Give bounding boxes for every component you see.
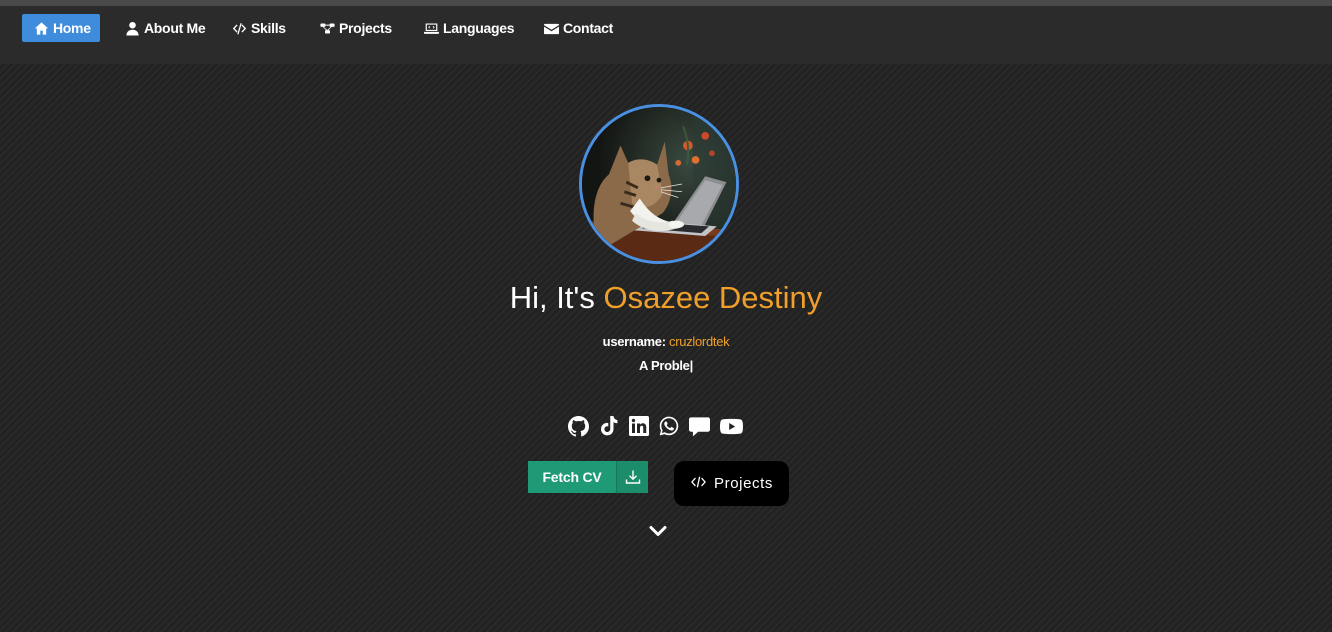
- fetch-cv-button[interactable]: Fetch CV: [528, 461, 648, 493]
- nav-skills[interactable]: Skills: [232, 14, 286, 42]
- home-icon: [34, 21, 49, 36]
- nav-languages[interactable]: Languages: [424, 14, 515, 42]
- username-label: username:: [602, 334, 666, 349]
- comment-icon[interactable]: [689, 416, 710, 437]
- linkedin-icon[interactable]: [629, 416, 649, 436]
- social-links: [568, 415, 753, 437]
- envelope-icon: [544, 21, 559, 36]
- nav-skills-label: Skills: [251, 20, 286, 36]
- nav-home[interactable]: Home: [22, 14, 100, 42]
- nav-contact-label: Contact: [563, 20, 614, 36]
- code-icon: [690, 475, 707, 493]
- typing-text: A Proble|: [639, 358, 693, 373]
- sitemap-icon: [320, 21, 335, 36]
- nav-languages-label: Languages: [443, 20, 515, 36]
- scroll-down-chevron-icon[interactable]: [648, 523, 668, 539]
- laptop-code-icon: [424, 21, 439, 36]
- hero-greeting: Hi, It's Osazee Destiny: [0, 280, 1332, 316]
- projects-button-label: Projects: [714, 475, 773, 492]
- navbar: Home About Me Skills Projects Languages …: [0, 6, 1332, 64]
- username-value: cruzlordtek: [669, 334, 730, 349]
- user-icon: [125, 21, 140, 36]
- tiktok-icon[interactable]: [599, 416, 619, 436]
- nav-projects[interactable]: Projects: [320, 14, 392, 42]
- whatsapp-icon[interactable]: [659, 416, 679, 436]
- nav-projects-label: Projects: [339, 20, 392, 36]
- username-line: username: cruzlordtek: [0, 334, 1332, 349]
- cat-laptop-illustration: [582, 107, 736, 261]
- nav-about-label: About Me: [144, 20, 206, 36]
- profile-avatar: [579, 104, 739, 264]
- github-icon[interactable]: [568, 415, 589, 437]
- greeting-prefix: Hi, It's: [509, 280, 595, 315]
- youtube-icon[interactable]: [720, 418, 743, 435]
- projects-button[interactable]: Projects: [674, 461, 789, 506]
- download-icon: [616, 461, 648, 493]
- nav-contact[interactable]: Contact: [544, 14, 613, 42]
- fetch-cv-label: Fetch CV: [542, 469, 602, 485]
- nav-about[interactable]: About Me: [125, 14, 206, 42]
- code-icon: [232, 21, 247, 36]
- nav-home-label: Home: [53, 20, 91, 36]
- hero-name: Osazee Destiny: [603, 280, 823, 315]
